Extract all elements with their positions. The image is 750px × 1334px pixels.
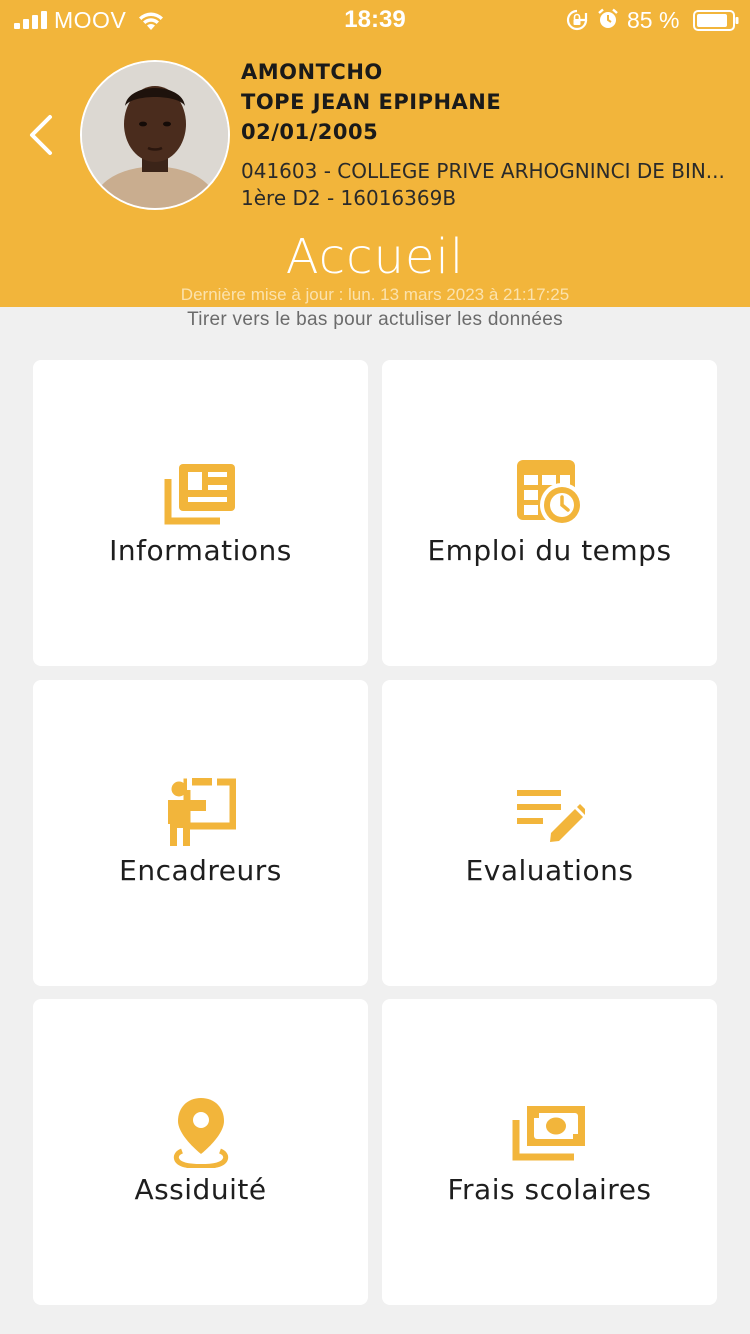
rotation-lock-icon: [566, 9, 588, 31]
student-birth-date: 02/01/2005: [241, 120, 379, 144]
back-chevron-icon[interactable]: [22, 112, 58, 158]
alarm-icon: [598, 8, 618, 28]
tile-label: Evaluations: [465, 854, 634, 887]
student-school: 041603 - COLLEGE PRIVE ARHOGNINCI DE BIN…: [241, 159, 725, 183]
tile-emploi-du-temps[interactable]: Emploi du temps: [382, 360, 717, 666]
tile-frais-scolaires[interactable]: Frais scolaires: [382, 999, 717, 1305]
money-icon: [512, 1106, 585, 1161]
teacher-icon: [167, 778, 236, 846]
student-first-names: TOPE JEAN EPIPHANE: [241, 90, 502, 114]
tile-label: Encadreurs: [119, 854, 282, 887]
tile-label: Assiduité: [134, 1173, 267, 1206]
tile-evaluations[interactable]: Evaluations: [382, 680, 717, 986]
status-bar: MOOV 18:39 85 %: [0, 0, 750, 40]
tile-assiduite[interactable]: Assiduité: [33, 999, 368, 1305]
student-class-id: 1ère D2 - 16016369B: [241, 186, 457, 210]
tile-encadreurs[interactable]: Encadreurs: [33, 680, 368, 986]
tile-label: Frais scolaires: [447, 1173, 652, 1206]
tile-informations[interactable]: Informations: [33, 360, 368, 666]
tile-label: Informations: [109, 534, 292, 567]
profile-header: MOOV 18:39 85 % AMONTCHO TOPE JEAN EPIPH…: [0, 0, 750, 307]
battery-icon: [693, 10, 739, 31]
pull-to-refresh-hint: Tirer vers le bas pour actuliser les don…: [187, 309, 563, 330]
student-avatar: [80, 60, 230, 210]
page-title: Accueil: [285, 229, 465, 285]
schedule-icon: [516, 460, 584, 527]
student-last-name: AMONTCHO: [241, 60, 383, 84]
last-update-text: Dernière mise à jour : lun. 13 mars 2023…: [180, 285, 570, 304]
tile-label: Emploi du temps: [427, 534, 672, 567]
location-pin-icon: [173, 1098, 228, 1168]
battery-percent: 85 %: [627, 7, 680, 33]
newspaper-icon: [164, 464, 235, 525]
edit-list-icon: [516, 790, 585, 842]
